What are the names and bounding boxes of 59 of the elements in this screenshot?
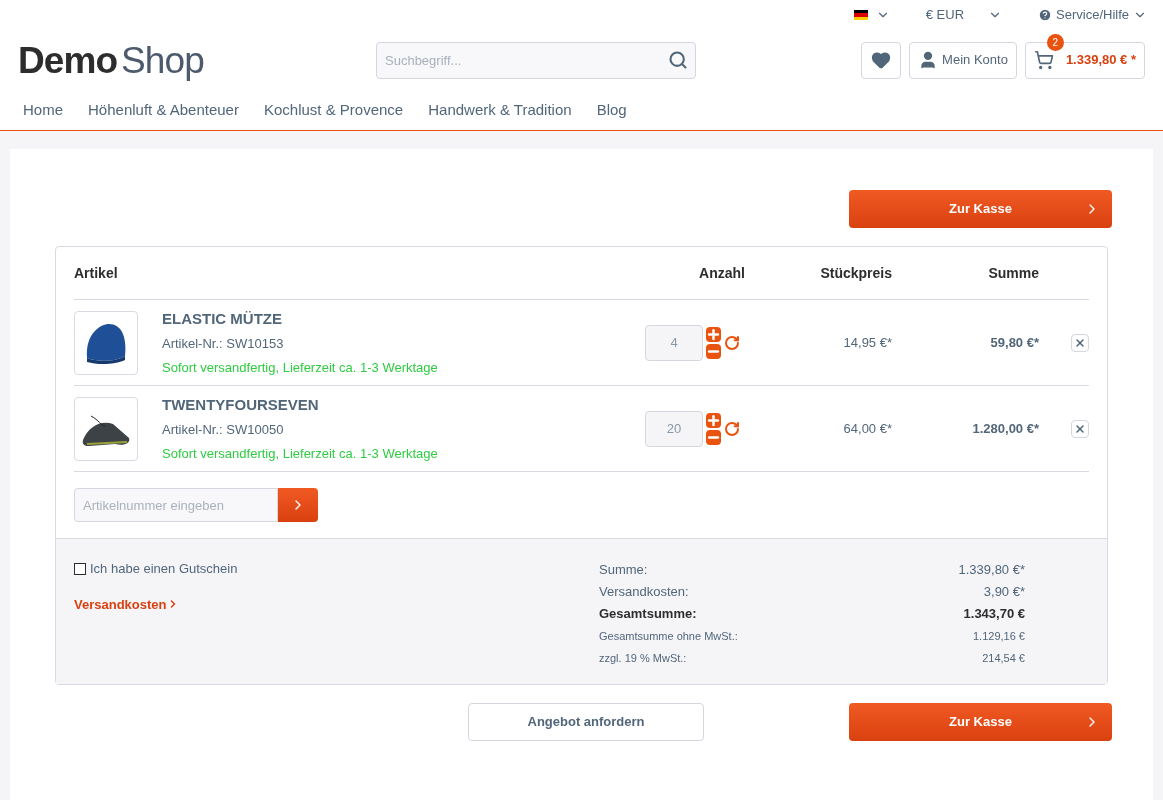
summary-label: zzgl. 19 % MwSt.: <box>599 650 687 666</box>
close-icon <box>1074 422 1086 435</box>
summary-value: 1.339,80 €* <box>958 561 1025 580</box>
shop-logo[interactable]: DemoShop <box>18 41 376 79</box>
summary-value: 3,90 €* <box>983 583 1025 602</box>
column-header: Summe <box>987 263 1039 283</box>
product-name[interactable]: ELASTIC MÜTZE <box>162 307 282 331</box>
delivery-status: Sofort versandfertig, Lieferzeit ca. 1-3 Werktage <box>162 358 438 377</box>
unit-price: 64,00 €* <box>842 419 892 438</box>
summary-value: 1.343,70 € <box>963 605 1025 624</box>
column-header: Anzahl <box>698 263 745 283</box>
checkout-button[interactable]: Zur Kasse <box>849 703 1112 741</box>
shipping-costs-link[interactable]: Versandkosten <box>74 594 179 614</box>
minus-icon[interactable] <box>706 429 721 445</box>
plus-icon[interactable] <box>706 326 721 342</box>
line-total: 1.280,00 €* <box>971 419 1039 438</box>
nav-link[interactable]: Handwerk & Tradition <box>428 99 572 122</box>
german-flag-icon[interactable] <box>853 10 868 20</box>
column-header: Stückpreis <box>819 263 892 283</box>
cart-icon <box>1033 50 1054 70</box>
article-number-field[interactable]: Artikelnummer eingeben <box>74 488 278 522</box>
summary-value: 1.129,16 € <box>973 628 1025 644</box>
cart-count-badge: 2 <box>1046 33 1064 51</box>
remove-button[interactable] <box>1071 419 1089 438</box>
product-sku: Artikel-Nr.: SW10153 <box>162 335 284 354</box>
nav-link[interactable]: Kochlust & Provence <box>263 99 404 122</box>
help-icon <box>1038 8 1053 22</box>
request-offer-button[interactable]: Angebot anfordern <box>468 703 704 741</box>
nav-link[interactable]: Home <box>23 99 63 122</box>
unit-price: 14,95 €* <box>842 333 892 352</box>
product-image[interactable] <box>74 310 138 375</box>
summary-label: Gesamtsumme: <box>599 605 697 624</box>
line-total: 59,80 €* <box>989 333 1039 352</box>
nav-link[interactable]: Blog <box>596 99 627 122</box>
refresh-icon[interactable] <box>724 334 740 351</box>
product-image[interactable] <box>74 396 138 461</box>
plus-icon[interactable] <box>706 412 721 428</box>
remove-button[interactable] <box>1071 333 1089 352</box>
search-field[interactable]: Suchbegriff... <box>376 41 696 79</box>
summary-value: 214,54 € <box>982 650 1025 666</box>
close-icon <box>1074 336 1086 349</box>
account-button[interactable]: Mein Konto <box>909 41 1017 79</box>
wishlist-button[interactable] <box>861 41 902 79</box>
checkout-button[interactable]: Zur Kasse <box>849 190 1112 228</box>
product-sku: Artikel-Nr.: SW10050 <box>162 421 284 440</box>
service-menu[interactable]: Service/Hilfe <box>1038 5 1147 25</box>
search-icon[interactable] <box>668 49 688 70</box>
delivery-status: Sofort versandfertig, Lieferzeit ca. 1-3 Werktage <box>162 444 438 463</box>
refresh-icon[interactable] <box>724 420 740 437</box>
heart-icon <box>871 50 892 70</box>
summary-label: Versandkosten: <box>599 583 689 602</box>
minus-icon[interactable] <box>706 343 721 359</box>
voucher-checkbox[interactable]: Ich habe einen Gutschein <box>74 559 238 579</box>
column-header: Artikel <box>74 263 119 283</box>
summary-label: Summe: <box>599 561 648 580</box>
summary-label: Gesamtsumme ohne MwSt.: <box>599 628 738 644</box>
currency-selector[interactable]: € EUR <box>925 5 1003 25</box>
nav-link[interactable]: Höhenluft & Abenteuer <box>88 99 239 122</box>
product-name[interactable]: TWENTYFOURSEVEN <box>162 393 319 417</box>
